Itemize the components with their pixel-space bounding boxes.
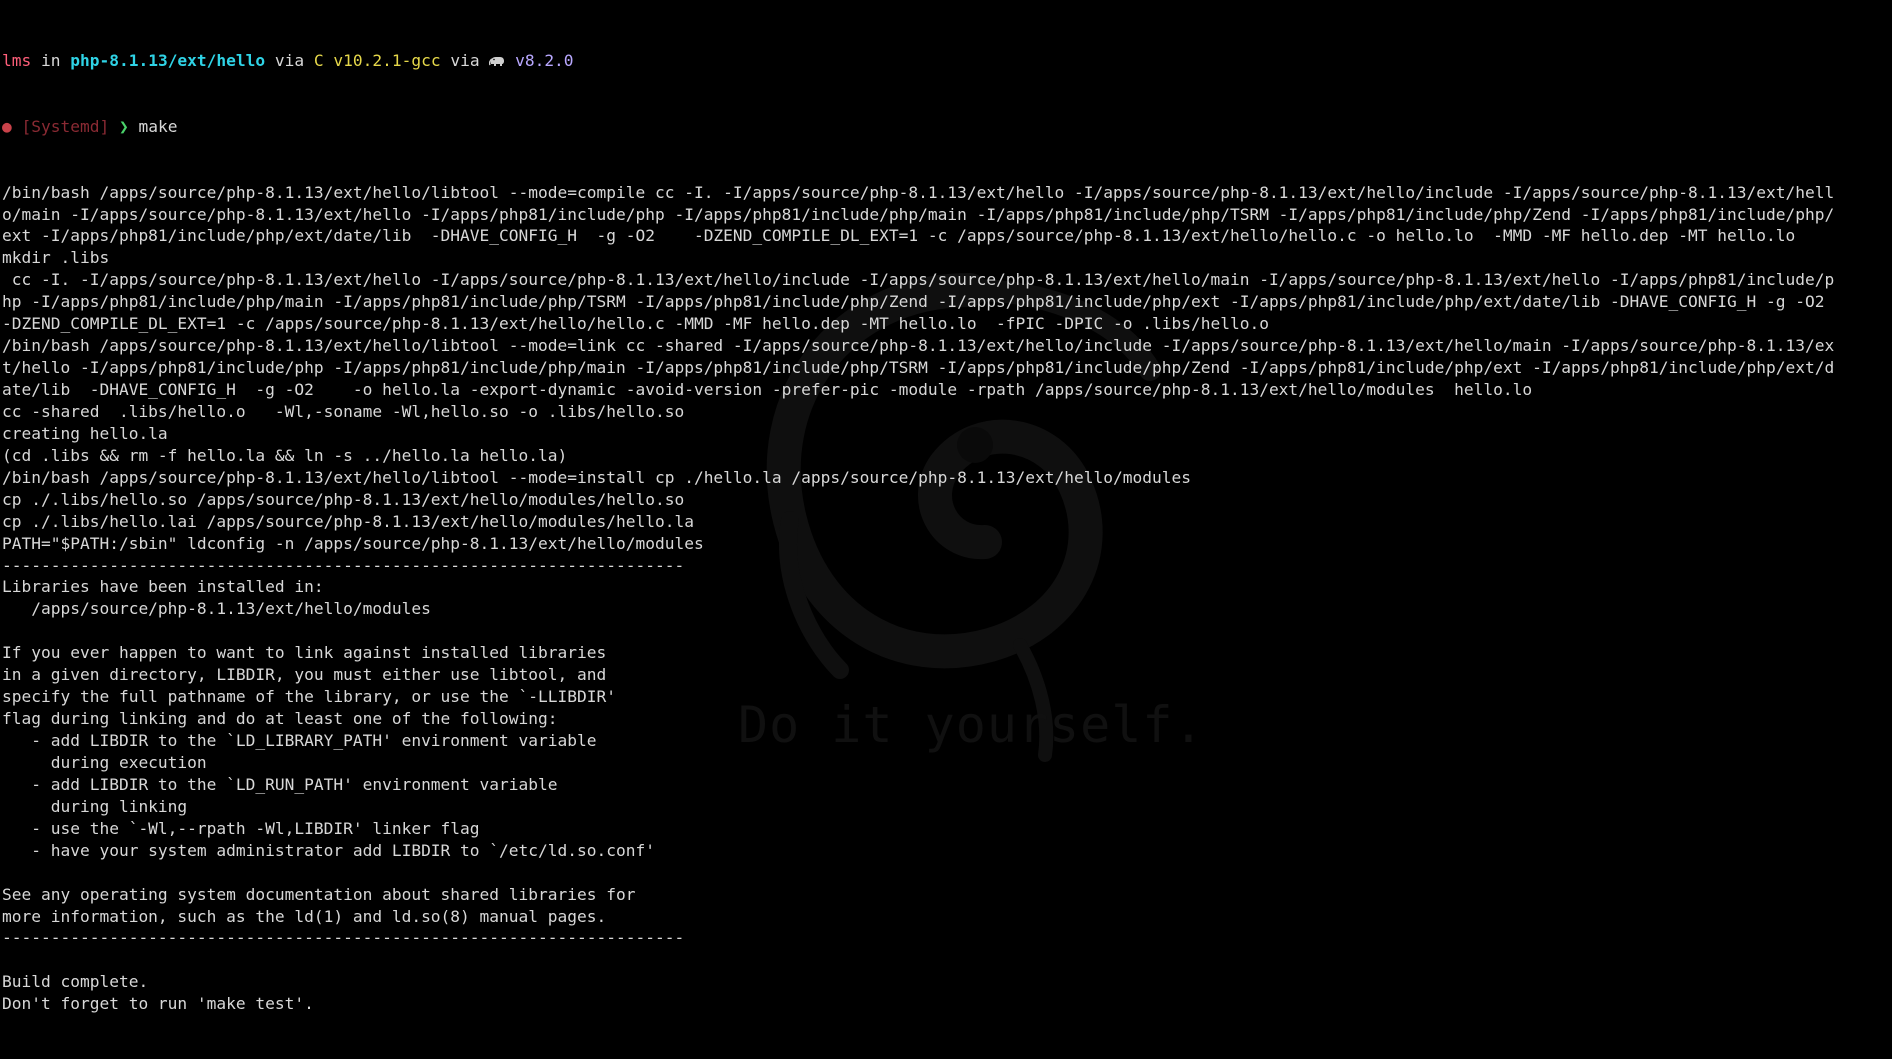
php-elephant-icon [489, 56, 505, 66]
prompt-environment: [Systemd] [21, 116, 110, 136]
output-line: ext -I/apps/php81/include/php/ext/date/l… [2, 226, 1796, 246]
output-line: (cd .libs && rm -f hello.la && ln -s ../… [2, 445, 568, 465]
terminal-window[interactable]: Do it yourself. lms in php-8.1.13/ext/he… [0, 0, 1892, 1013]
output-line: See any operating system documentation a… [2, 884, 636, 904]
output-line: in a given directory, LIBDIR, you must e… [2, 665, 607, 685]
prompt-c-lang: C v10.2.1-gcc [313, 50, 441, 70]
output-line: - use the `-Wl,--rpath -Wl,LIBDIR' linke… [2, 818, 480, 838]
prompt-via-1: via [265, 50, 314, 70]
prompt-via-2: via [440, 50, 490, 70]
prompt-arrow-icon: ❯ [118, 116, 129, 136]
output-line: - have your system administrator add LIB… [2, 840, 655, 860]
command-output: /bin/bash /apps/source/php-8.1.13/ext/he… [2, 182, 1888, 1016]
output-line: hp -I/apps/php81/include/php/main -I/app… [2, 292, 1825, 312]
output-line: o/main -I/apps/source/php-8.1.13/ext/hel… [2, 204, 1835, 224]
prompt-user: lms [2, 50, 32, 70]
output-line: during linking [2, 796, 188, 816]
output-line: specify the full pathname of the library… [2, 687, 616, 707]
output-line: If you ever happen to want to link again… [2, 643, 607, 663]
output-line: ----------------------------------------… [2, 928, 685, 948]
output-line: - add LIBDIR to the `LD_RUN_PATH' enviro… [2, 774, 558, 794]
output-line: ----------------------------------------… [2, 555, 685, 575]
output-line: Libraries have been installed in: [2, 577, 324, 597]
output-line: more information, such as the ld(1) and … [2, 906, 607, 926]
output-line: /apps/source/php-8.1.13/ext/hello/module… [2, 599, 431, 619]
output-line: cc -shared .libs/hello.o -Wl,-soname -Wl… [2, 401, 685, 421]
prompt-directory: php-8.1.13/ext/hello [70, 50, 266, 70]
output-line: /bin/bash /apps/source/php-8.1.13/ext/he… [2, 182, 1835, 202]
output-line: -DZEND_COMPILE_DL_EXT=1 -c /apps/source/… [2, 314, 1269, 334]
output-line: Don't forget to run 'make test'. [2, 994, 314, 1014]
prompt-status-dot: ● [2, 116, 12, 136]
prompt-php-version: v8.2.0 [515, 50, 574, 70]
prompt-line: lms in php-8.1.13/ext/hello via C v10.2.… [2, 50, 1888, 72]
output-line: t/hello -I/apps/php81/include/php -I/app… [2, 358, 1835, 378]
output-line: cp ./.libs/hello.lai /apps/source/php-8.… [2, 511, 694, 531]
output-line: ate/lib -DHAVE_CONFIG_H -g -O2 -o hello.… [2, 380, 1533, 400]
output-line: cc -I. -I/apps/source/php-8.1.13/ext/hel… [2, 270, 1835, 290]
output-line: Build complete. [2, 972, 149, 992]
terminal-output[interactable]: lms in php-8.1.13/ext/hello via C v10.2.… [2, 6, 1888, 1059]
output-line: /bin/bash /apps/source/php-8.1.13/ext/he… [2, 467, 1191, 487]
output-line: - add LIBDIR to the `LD_LIBRARY_PATH' en… [2, 731, 597, 751]
prompt-in: in [31, 50, 71, 70]
prompt-command: make [138, 116, 178, 136]
output-line: during execution [2, 752, 207, 772]
output-line: PATH="$PATH:/sbin" ldconfig -n /apps/sou… [2, 533, 704, 553]
output-line: creating hello.la [2, 423, 168, 443]
output-line: mkdir .libs [2, 248, 110, 268]
command-line: ● [Systemd] ❯ make [2, 116, 1888, 138]
output-line: /bin/bash /apps/source/php-8.1.13/ext/he… [2, 336, 1835, 356]
output-line: cp ./.libs/hello.so /apps/source/php-8.1… [2, 489, 685, 509]
output-line: flag during linking and do at least one … [2, 709, 558, 729]
